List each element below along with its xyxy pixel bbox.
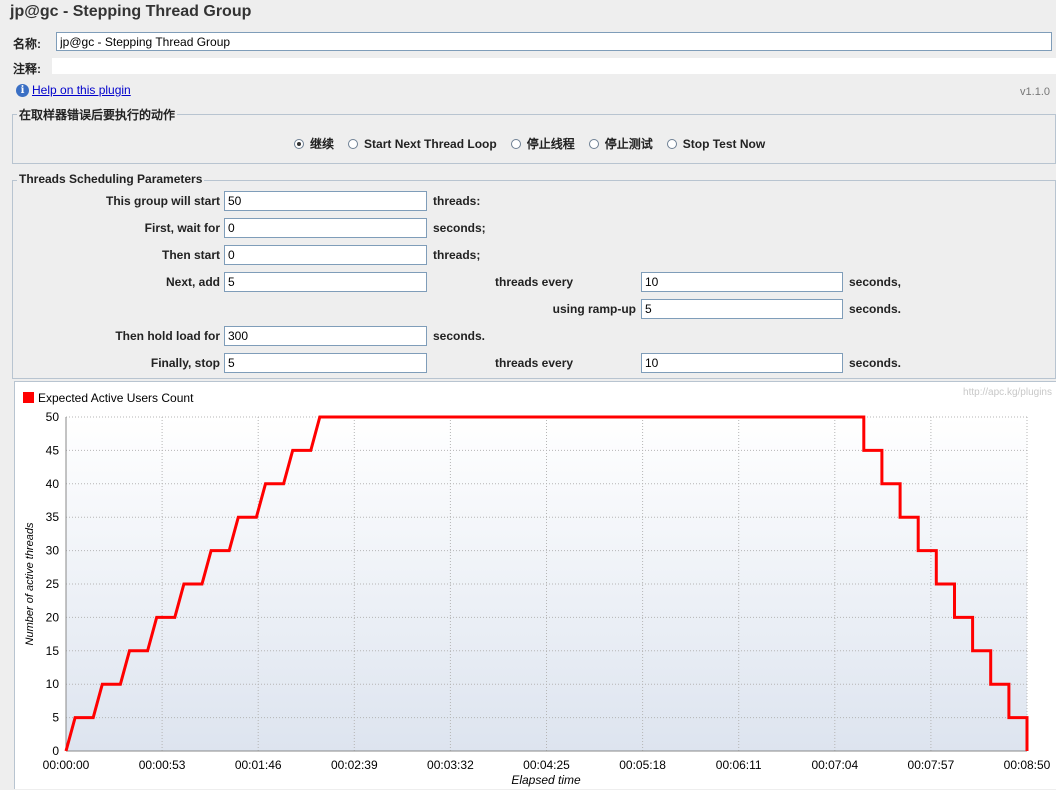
then-start-unit: threads; bbox=[433, 248, 481, 262]
help-link[interactable]: Help on this plugin bbox=[32, 83, 131, 97]
legend-swatch bbox=[23, 392, 34, 403]
watermark: http://apc.kg/plugins bbox=[963, 387, 1052, 398]
x-tick-label: 00:00:53 bbox=[139, 758, 186, 772]
next-add-label: Next, add bbox=[165, 275, 220, 289]
x-tick-label: 00:01:46 bbox=[235, 758, 282, 772]
info-icon[interactable]: i bbox=[16, 84, 29, 97]
then-start-input[interactable] bbox=[224, 245, 427, 265]
name-label: 名称: bbox=[13, 37, 41, 51]
radio-continue[interactable]: 继续 bbox=[294, 135, 334, 152]
chart-svg: 05101520253035404550 00:00:00 00:00:53 00:… bbox=[23, 387, 1052, 787]
y-tick-label: 20 bbox=[46, 610, 60, 624]
hold-unit: seconds. bbox=[433, 329, 486, 343]
radio-button[interactable] bbox=[510, 138, 521, 149]
radio-label: Start Next Thread Loop bbox=[364, 136, 497, 151]
legend-label: Expected Active Users Count bbox=[38, 391, 194, 405]
rampup-label: using ramp-up bbox=[552, 302, 636, 316]
y-tick-label: 15 bbox=[46, 644, 60, 658]
radio-start-next-loop[interactable]: Start Next Thread Loop bbox=[348, 137, 497, 151]
next-add-mid-label: threads every bbox=[495, 275, 574, 289]
hold-label: Then hold load for bbox=[115, 329, 220, 343]
start-threads-unit: threads: bbox=[433, 194, 481, 208]
comment-label: 注释: bbox=[13, 62, 41, 76]
y-tick-label: 10 bbox=[46, 677, 60, 691]
y-tick-label: 0 bbox=[52, 744, 59, 758]
x-tick-label: 00:06:11 bbox=[716, 758, 762, 772]
x-tick-label: 00:02:39 bbox=[331, 758, 378, 772]
initial-delay-unit: seconds; bbox=[433, 221, 486, 235]
radio-button[interactable] bbox=[348, 138, 359, 149]
radio-stop-test-now[interactable]: Stop Test Now bbox=[666, 136, 766, 151]
y-tick-label: 50 bbox=[46, 410, 60, 424]
initial-delay-label: First, wait for bbox=[144, 221, 220, 235]
initial-delay-input[interactable] bbox=[224, 218, 427, 238]
y-tick-label: 45 bbox=[46, 443, 60, 457]
start-threads-label: This group will start bbox=[105, 194, 220, 208]
chart-panel: 0 5 10 15 20 25 30 35 40 45 50 00:00:00 00:00:53 00:… bbox=[14, 381, 1056, 789]
rampup-unit: seconds. bbox=[849, 302, 902, 316]
x-tick-label: 00:04:25 bbox=[523, 758, 570, 772]
stop-unit: seconds. bbox=[849, 356, 902, 370]
x-tick-label: 00:07:04 bbox=[811, 758, 858, 772]
radio-label: Stop Test Now bbox=[682, 136, 766, 151]
x-axis-ticks: 00:00:00 00:00:53 00:01:46 00:02:39 00:03:32… bbox=[43, 758, 1051, 772]
x-tick-label: 00:05:18 bbox=[619, 758, 666, 772]
y-tick-label: 40 bbox=[46, 477, 60, 491]
next-add-input[interactable] bbox=[224, 272, 427, 292]
plugin-version: v1.1.0 bbox=[1020, 86, 1050, 98]
radio-label: 停止线程 bbox=[526, 137, 575, 151]
x-tick-label: 00:08:50 bbox=[1004, 758, 1051, 772]
x-tick-label: 00:03:32 bbox=[427, 758, 474, 772]
stop-mid-label: threads every bbox=[495, 356, 574, 370]
sampler-error-options: 继续 Start Next Thread Loop 停止线程 停止测试 Stop… bbox=[294, 135, 779, 152]
x-tick-label: 00:07:57 bbox=[908, 758, 955, 772]
y-axis-ticks: 0 5 10 15 20 25 30 35 40 45 50 bbox=[46, 410, 60, 758]
radio-button-selected[interactable] bbox=[294, 138, 304, 149]
scheduling-title: Threads Scheduling Parameters bbox=[17, 172, 205, 186]
y-tick-label: 25 bbox=[46, 577, 60, 591]
comment-input[interactable] bbox=[52, 58, 1056, 74]
window-title: jp@gc - Stepping Thread Group bbox=[10, 3, 252, 20]
next-add-period-input[interactable] bbox=[641, 272, 843, 292]
radio-label: 继续 bbox=[310, 137, 335, 151]
start-threads-input[interactable] bbox=[224, 191, 427, 211]
radio-stop-thread[interactable]: 停止线程 bbox=[510, 135, 575, 152]
y-tick-label: 5 bbox=[52, 711, 59, 725]
radio-button[interactable] bbox=[666, 138, 677, 149]
stop-input[interactable] bbox=[224, 353, 427, 373]
then-start-label: Then start bbox=[161, 248, 220, 262]
name-input[interactable] bbox=[56, 32, 1052, 51]
radio-button[interactable] bbox=[588, 138, 599, 149]
hold-input[interactable] bbox=[224, 326, 427, 346]
next-add-unit: seconds, bbox=[849, 275, 902, 289]
radio-label: 停止测试 bbox=[604, 137, 653, 151]
y-axis-title: Number of active threads bbox=[24, 522, 36, 645]
x-tick-label: 00:00:00 bbox=[43, 758, 90, 772]
y-tick-label: 30 bbox=[46, 544, 60, 558]
x-axis-title: Elapsed time bbox=[511, 773, 581, 787]
radio-stop-test[interactable]: 停止测试 bbox=[588, 135, 653, 152]
rampup-input[interactable] bbox=[641, 299, 843, 319]
stop-period-input[interactable] bbox=[641, 353, 843, 373]
sampler-error-title: 在取样器错误后要执行的动作 bbox=[17, 106, 178, 123]
stop-label: Finally, stop bbox=[150, 356, 220, 370]
y-tick-label: 35 bbox=[46, 510, 60, 524]
